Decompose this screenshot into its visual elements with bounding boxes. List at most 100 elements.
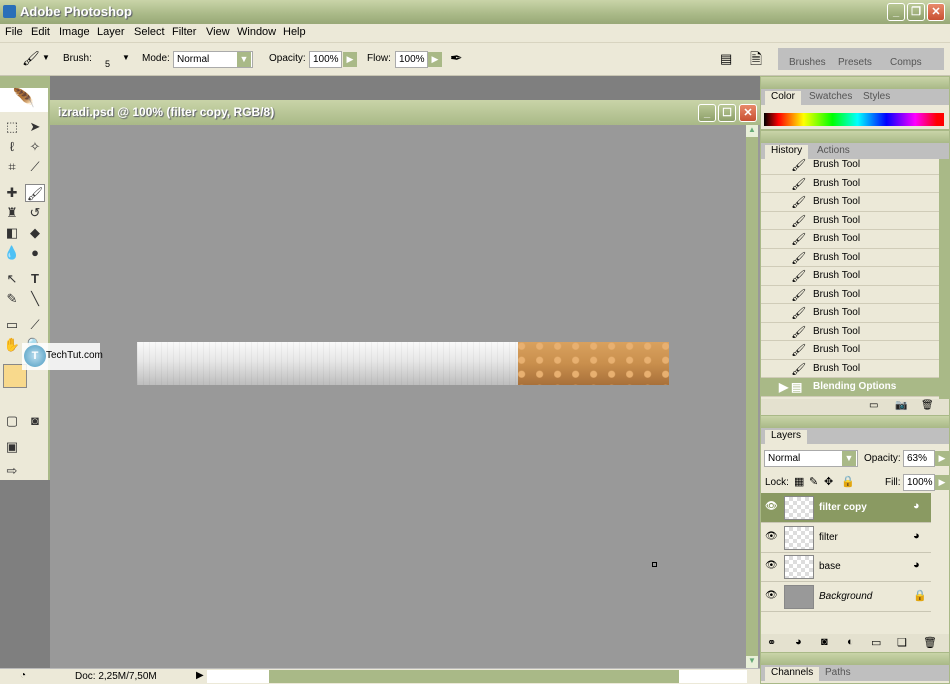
slice-tool-icon[interactable]: ⟋ [25,158,45,176]
mode-select[interactable]: Normal ▼ [173,51,253,68]
eyedropper-icon[interactable]: ⟋ [25,316,45,334]
tab-channels[interactable]: Channels [765,667,820,681]
well-tab-brushes[interactable]: Brushes [789,57,826,68]
opacity-slider-button[interactable]: ▶ [343,52,357,67]
status-menu-arrow-icon[interactable]: ▶ [196,670,204,681]
new-document-from-state-icon[interactable]: ▭ [869,400,878,411]
path-selection-icon[interactable]: ↖ [2,270,22,288]
layer-opacity-slider-button[interactable]: ▶ [935,451,949,466]
history-item[interactable]: 🖌 Brush Tool [761,156,939,175]
fill-slider-button[interactable]: ▶ [935,475,949,490]
menu-select[interactable]: Select [134,26,165,38]
new-layer-icon[interactable]: ❑ [897,636,907,649]
tab-color[interactable]: Color [765,91,801,105]
dodge-tool-icon[interactable]: ● [25,244,45,262]
vertical-scrollbar[interactable]: ▲ ▼ [746,125,758,668]
layer-style-icon[interactable]: ◕ [795,636,802,648]
eye-visibility-icon[interactable]: 👁 [765,501,778,512]
close-button[interactable]: ✕ [927,3,945,21]
paint-bucket-icon[interactable]: ◆ [25,224,45,242]
menu-view[interactable]: View [206,26,230,38]
doc-minimize-button[interactable]: _ [698,104,716,122]
quick-mask-icon[interactable]: ◙ [25,412,45,430]
clone-stamp-icon[interactable]: ♜ [2,204,22,222]
menu-filter[interactable]: Filter [172,26,196,38]
new-group-icon[interactable]: ▭ [871,636,881,649]
flow-input[interactable]: 100% [395,51,428,68]
layer-mask-icon[interactable]: ◙ [821,636,828,648]
scroll-down-icon[interactable]: ▼ [746,656,758,668]
tab-paths[interactable]: Paths [819,667,857,681]
layer-row[interactable]: 👁 filter ◕ [761,523,931,553]
minimize-button[interactable]: _ [887,3,905,21]
chevron-down-icon[interactable]: ▼ [42,53,50,62]
restore-button[interactable]: ❐ [907,3,925,21]
brush-tool-preset-icon[interactable]: 🖌 [22,50,40,67]
menu-help[interactable]: Help [283,26,306,38]
history-item[interactable]: 🖌 Brush Tool [761,230,939,249]
menu-edit[interactable]: Edit [31,26,50,38]
history-scrollbar[interactable] [939,159,949,399]
horizontal-scrollbar[interactable] [207,670,747,683]
well-tab-comps[interactable]: Comps [890,57,922,68]
menu-layer[interactable]: Layer [97,26,125,38]
adjustment-layer-icon[interactable]: ◐ [847,636,854,648]
lock-all-icon[interactable]: 🔒 [841,475,855,488]
hand-tool-icon[interactable]: ✋ [2,336,22,354]
menu-file[interactable]: File [5,26,23,38]
color-spectrum-ramp[interactable] [764,113,944,126]
magic-wand-icon[interactable]: ✧ [25,138,45,156]
history-brush-icon[interactable]: ↺ [25,204,45,222]
jump-to-imageready-icon[interactable]: ⇨ [2,462,22,480]
lock-transparency-icon[interactable]: ▦ [794,475,804,488]
trash-icon[interactable]: 🗑 [923,636,937,649]
trash-icon[interactable]: 🗑 [921,400,934,411]
horizontal-scroll-thumb[interactable] [269,670,679,683]
link-layers-icon[interactable]: ⚭ [767,636,776,649]
layer-opacity-input[interactable]: 63% [903,450,935,467]
blend-mode-select[interactable]: Normal ▼ [764,450,858,467]
doc-close-button[interactable]: ✕ [739,104,757,122]
history-item[interactable]: 🖌 Brush Tool [761,212,939,230]
menu-window[interactable]: Window [237,26,276,38]
tab-swatches[interactable]: Swatches [803,91,858,105]
status-icon[interactable]: ◔ [20,670,26,681]
type-tool-icon[interactable]: T [25,270,45,288]
screen-mode-icon[interactable]: ▣ [2,438,22,456]
eye-visibility-icon[interactable]: 👁 [765,531,778,542]
fill-input[interactable]: 100% [903,474,935,491]
history-item[interactable]: 🖌 Brush Tool [761,267,939,286]
crop-tool-icon[interactable]: ⌗ [2,158,22,176]
brush-picker-chevron-icon[interactable]: ▼ [122,53,130,62]
tab-layers[interactable]: Layers [765,430,808,444]
file-browser-icon[interactable]: ▤ [720,51,732,67]
marquee-tool-icon[interactable]: ⬚ [2,118,22,136]
history-item-selected[interactable]: ▶ ▤ Blending Options [761,378,939,397]
healing-brush-icon[interactable]: ✚ [2,184,22,202]
brush-tool-icon[interactable]: 🖌 [25,184,45,202]
lock-position-icon[interactable]: ✥ [824,475,833,488]
eye-visibility-icon[interactable]: 👁 [765,560,778,571]
history-item[interactable]: 🖌 Brush Tool [761,304,939,323]
history-item[interactable]: 🖌 Brush Tool [761,360,939,378]
line-tool-icon[interactable]: ╲ [25,290,45,308]
opacity-input[interactable]: 100% [309,51,342,68]
layer-row[interactable]: 👁 Background 🔒 [761,582,931,612]
flow-slider-button[interactable]: ▶ [428,52,442,67]
notes-tool-icon[interactable]: ▭ [2,316,22,334]
standard-mode-icon[interactable]: ▢ [2,412,22,430]
expand-arrow-icon[interactable]: ▶ [779,380,788,394]
move-tool-icon[interactable]: ➤ [25,118,45,136]
well-tab-presets[interactable]: Presets [838,57,872,68]
snapshot-icon[interactable]: 📷 [895,400,907,411]
lock-image-icon[interactable]: ✎ [809,475,818,488]
lasso-tool-icon[interactable]: ℓ [2,138,22,156]
history-item[interactable]: 🖌 Brush Tool [761,286,939,304]
menu-image[interactable]: Image [59,26,90,38]
history-item[interactable]: 🖌 Brush Tool [761,175,939,193]
tab-styles[interactable]: Styles [857,91,896,105]
pen-tool-icon[interactable]: ✎ [2,290,22,308]
eye-visibility-icon[interactable]: 👁 [765,590,778,601]
doc-maximize-button[interactable]: ☐ [718,104,736,122]
layer-row[interactable]: 👁 base ◕ [761,552,931,582]
